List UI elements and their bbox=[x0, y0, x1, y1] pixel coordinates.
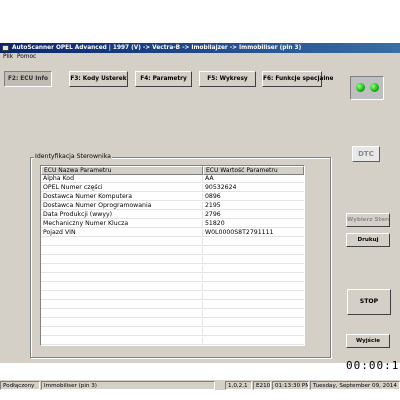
table-row[interactable] bbox=[41, 274, 304, 282]
table-row[interactable]: OPEL Numer części 90532624 bbox=[41, 184, 304, 192]
parameter-value-cell: 90532624 bbox=[205, 184, 237, 191]
parameter-name-cell: Dostawca Numer Komputera bbox=[41, 193, 203, 201]
menu-pomoc[interactable]: Pomoc bbox=[15, 53, 38, 62]
parameter-name-cell bbox=[41, 337, 203, 345]
parameter-value-cell bbox=[203, 337, 304, 345]
parameter-value-cell bbox=[203, 310, 304, 318]
app-icon bbox=[2, 45, 9, 51]
table-row[interactable] bbox=[41, 301, 304, 309]
parameter-value-cell bbox=[203, 328, 304, 336]
table-row[interactable] bbox=[41, 256, 304, 264]
parameter-name-cell bbox=[41, 256, 203, 264]
parameter-value-cell bbox=[203, 265, 304, 273]
parameter-name-cell bbox=[41, 292, 203, 300]
parameter-name-cell bbox=[41, 274, 203, 282]
table-row[interactable] bbox=[41, 265, 304, 273]
parameter-value-cell: 51820 bbox=[205, 220, 225, 227]
table-row[interactable] bbox=[41, 238, 304, 246]
status-connection: Podłączony bbox=[0, 381, 40, 390]
table-row[interactable] bbox=[41, 319, 304, 327]
dtc-button[interactable]: DTC bbox=[352, 146, 380, 162]
app-window: AutoScanner OPEL Advanced | 1997 (V) -> … bbox=[0, 43, 400, 390]
parameter-value-cell: 2796 bbox=[205, 211, 221, 218]
status-module: Immobiliser (pin 3) bbox=[41, 381, 215, 390]
parameter-name-cell bbox=[41, 319, 203, 327]
parameter-name-cell bbox=[41, 238, 203, 246]
column-header-value[interactable]: ECU Wartość Parametru bbox=[203, 166, 304, 175]
status-code: E210 bbox=[253, 381, 271, 390]
menu-bar: Plik Pomoc bbox=[0, 53, 400, 62]
status-bar: Podłączony Immobiliser (pin 3) 1,0,2,1 E… bbox=[0, 380, 400, 390]
parameter-name-cell bbox=[41, 328, 203, 336]
exit-button[interactable]: Wyjście bbox=[346, 334, 390, 348]
table-row[interactable]: Data Produkcji (wwyy) 2796 bbox=[41, 211, 304, 219]
tab-kody-usterek[interactable]: F3: Kody Usterek bbox=[69, 71, 128, 87]
select-ecu-button[interactable]: Wybierz Sterowni bbox=[346, 213, 390, 227]
table-row[interactable]: Pojazd VIN W0L0000S8T2791111 bbox=[41, 229, 304, 237]
parameter-value-cell: W0L0000S8T2791111 bbox=[205, 229, 274, 236]
window-title: AutoScanner OPEL Advanced | 1997 (V) -> … bbox=[12, 45, 302, 51]
table-row[interactable] bbox=[41, 310, 304, 318]
parameter-value-cell: AA bbox=[205, 175, 214, 182]
stop-button[interactable]: STOP bbox=[347, 289, 391, 315]
table-row[interactable] bbox=[41, 337, 304, 345]
parameter-name-cell bbox=[41, 265, 203, 273]
status-date: Tuesday, September 09, 2014 bbox=[310, 381, 400, 390]
table-row[interactable] bbox=[41, 283, 304, 291]
elapsed-timer: 00:00:10 bbox=[346, 359, 400, 372]
table-row[interactable]: Dostawca Numer Komputera 0896 bbox=[41, 193, 304, 201]
parameter-name-cell: Pojazd VIN bbox=[41, 229, 203, 237]
title-bar: AutoScanner OPEL Advanced | 1997 (V) -> … bbox=[0, 43, 400, 53]
tab-funkcje-specjalne[interactable]: F6: Funkcje specjalne bbox=[262, 71, 333, 87]
tab-parametry[interactable]: F4: Parametry bbox=[135, 71, 192, 87]
parameter-name-cell: OPEL Numer części bbox=[41, 184, 203, 192]
parameter-name-cell bbox=[41, 301, 203, 309]
parameter-value-cell bbox=[203, 301, 304, 309]
table-row[interactable] bbox=[41, 247, 304, 255]
parameter-value-cell: 0896 bbox=[205, 193, 221, 200]
parameter-value-cell: 2195 bbox=[205, 202, 221, 209]
column-header-name[interactable]: ECU Nazwa Parametru bbox=[41, 166, 203, 175]
parameter-value-cell bbox=[203, 283, 304, 291]
parameter-value-cell bbox=[203, 238, 304, 246]
table-row[interactable] bbox=[41, 292, 304, 300]
parameter-name-cell bbox=[41, 247, 203, 255]
table-row[interactable]: Dostawca Numer Oprogramowania 2195 bbox=[41, 202, 304, 210]
ecu-parameters-grid[interactable]: ECU Nazwa Parametru ECU Wartość Parametr… bbox=[40, 165, 305, 346]
parameter-name-cell: Dostawca Numer Oprogramowania bbox=[41, 202, 203, 210]
parameter-name-cell bbox=[41, 310, 203, 318]
tab-wykresy[interactable]: F5: Wykresy bbox=[199, 71, 256, 87]
connection-led-icon bbox=[356, 83, 365, 92]
parameter-name-cell: Data Produkcji (wwyy) bbox=[41, 211, 203, 219]
table-row[interactable]: Mechaniczny Numer Klucza 51820 bbox=[41, 220, 304, 228]
print-button[interactable]: Drukuj bbox=[346, 233, 390, 247]
parameter-name-cell bbox=[41, 283, 203, 291]
parameter-value-cell bbox=[203, 292, 304, 300]
parameter-value-cell bbox=[203, 319, 304, 327]
group-title: Identyfikacja Sterownika bbox=[34, 153, 112, 161]
parameter-value-cell bbox=[203, 247, 304, 255]
status-time: 01:13:30 PM bbox=[272, 381, 309, 390]
data-led-icon bbox=[370, 83, 379, 92]
tab-ecu-info[interactable]: F2: ECU Info bbox=[4, 71, 52, 87]
parameter-value-cell bbox=[203, 256, 304, 264]
parameter-name-cell: Mechaniczny Numer Klucza bbox=[41, 220, 203, 228]
status-version: 1,0,2,1 bbox=[225, 381, 252, 390]
table-row[interactable]: Alpha Kod AA bbox=[41, 175, 304, 183]
parameter-value-cell bbox=[203, 274, 304, 282]
parameter-name-cell: Alpha Kod bbox=[41, 175, 203, 183]
table-row[interactable] bbox=[41, 328, 304, 336]
menu-plik[interactable]: Plik bbox=[1, 53, 15, 62]
